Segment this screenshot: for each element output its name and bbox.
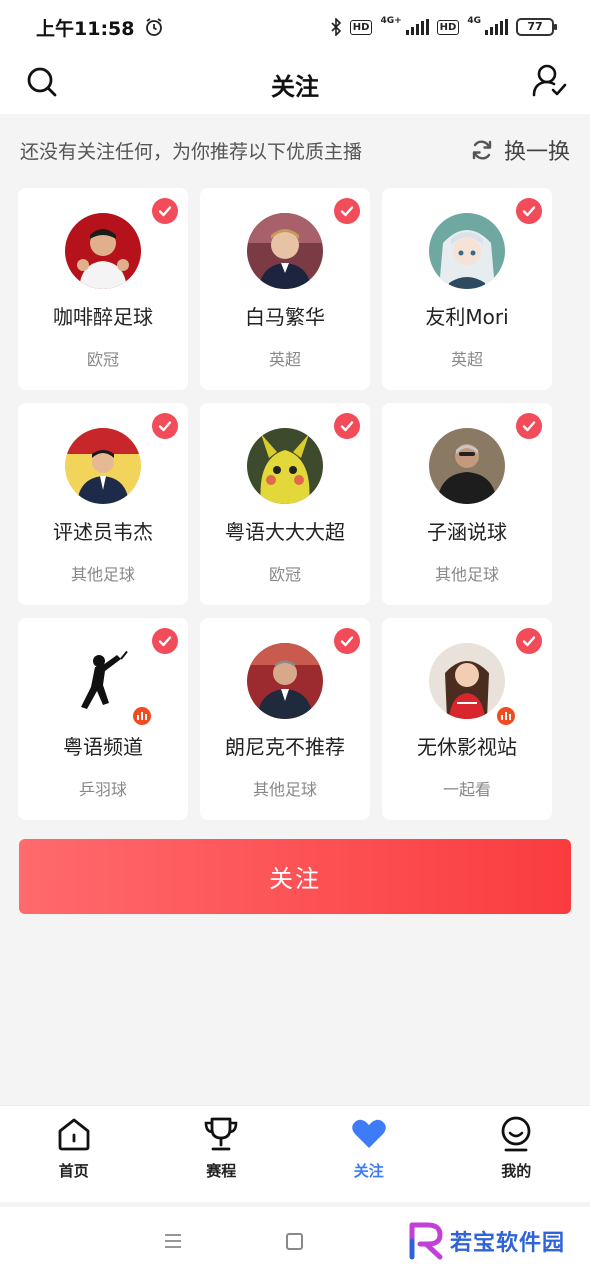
follow-button[interactable]: 关注: [19, 839, 571, 914]
avatar: [429, 428, 505, 504]
streamer-card[interactable]: 子涵说球 其他足球: [382, 403, 552, 605]
user-check-icon[interactable]: [530, 62, 568, 100]
avatar: [429, 643, 517, 727]
nav-item-home[interactable]: 首页: [0, 1106, 148, 1202]
streamer-card[interactable]: 粤语频道 乒羽球: [18, 618, 188, 820]
bluetooth-icon: [331, 18, 341, 36]
status-indicators: HD 4G+ HD 4G 77: [330, 16, 557, 36]
avatar: [247, 643, 323, 719]
streamer-name: 粤语大大大超: [225, 520, 345, 544]
streamer-name: 子涵说球: [427, 520, 507, 544]
nav-label: 赛程: [206, 1162, 237, 1180]
streamer-name: 粤语频道: [63, 735, 143, 759]
streamer-name: 评述员韦杰: [53, 520, 153, 544]
streamer-tag: 一起看: [442, 780, 491, 799]
home-icon: [58, 1118, 90, 1151]
check-icon[interactable]: [516, 413, 542, 439]
refresh-button[interactable]: 换一换: [470, 134, 570, 166]
recommend-hint-row: 还没有关注任何，为你推荐以下优质主播 换一换: [20, 128, 570, 172]
check-icon[interactable]: [516, 198, 542, 224]
streamer-card[interactable]: 白马繁华 英超: [200, 188, 370, 390]
live-indicator-icon: [131, 705, 153, 727]
nav-label: 我的: [501, 1162, 532, 1180]
check-icon[interactable]: [152, 413, 178, 439]
check-icon[interactable]: [334, 198, 360, 224]
recommend-hint-text: 还没有关注任何，为你推荐以下优质主播: [20, 140, 363, 163]
nav-item-follow[interactable]: 关注: [295, 1106, 443, 1202]
bottom-nav: 首页 赛程 关注 我的: [0, 1105, 590, 1202]
check-icon[interactable]: [152, 198, 178, 224]
trophy-icon: [204, 1117, 238, 1151]
streamer-name: 无休影视站: [417, 735, 517, 759]
status-time: 上午11:58: [36, 17, 135, 40]
page-title: 关注: [271, 72, 319, 101]
app-header: 关注: [0, 54, 590, 114]
streamer-tag: 其他足球: [434, 565, 499, 584]
streamer-card[interactable]: 评述员韦杰 其他足球: [18, 403, 188, 605]
status-bar: 上午11:58 HD 4G+ HD 4G 77: [0, 0, 590, 54]
streamer-grid: 咖啡醉足球 欧冠 白马繁华 英超 友利Mori 英超 评述员韦杰 其他足球 粤语: [18, 188, 572, 820]
menu-icon[interactable]: [164, 1233, 182, 1249]
streamer-card[interactable]: 友利Mori 英超: [382, 188, 552, 390]
avatar: [247, 428, 323, 504]
search-icon[interactable]: [24, 64, 60, 100]
nav-label: 首页: [58, 1162, 89, 1180]
network-type: 4G+: [380, 16, 402, 26]
avatar: [65, 643, 153, 727]
streamer-tag: 欧冠: [268, 565, 301, 584]
streamer-tag: 英超: [450, 350, 483, 369]
streamer-tag: 乒羽球: [78, 780, 127, 799]
streamer-name: 咖啡醉足球: [53, 305, 153, 329]
refresh-label: 换一换: [503, 140, 570, 165]
avatar: [429, 213, 505, 289]
system-nav-bar: 若宝软件园: [0, 1207, 590, 1278]
watermark-logo: [409, 1222, 443, 1260]
streamer-name: 白马繁华: [245, 305, 325, 329]
avatar: [65, 428, 141, 504]
streamer-name: 朗尼克不推荐: [225, 735, 345, 759]
heart-icon: [351, 1119, 386, 1148]
streamer-card[interactable]: 朗尼克不推荐 其他足球: [200, 618, 370, 820]
signal-icon: [485, 19, 508, 35]
hd-badge: HD: [349, 19, 373, 35]
streamer-card[interactable]: 咖啡醉足球 欧冠: [18, 188, 188, 390]
streamer-card[interactable]: 粤语大大大超 欧冠: [200, 403, 370, 605]
avatar: [65, 213, 141, 289]
live-indicator-icon: [495, 705, 517, 727]
streamer-card[interactable]: 无休影视站 一起看: [382, 618, 552, 820]
streamer-tag: 欧冠: [86, 350, 119, 369]
watermark: 若宝软件园: [408, 1221, 565, 1261]
home-square-icon[interactable]: [286, 1233, 303, 1250]
check-icon[interactable]: [334, 413, 360, 439]
alarm-icon: [146, 18, 163, 36]
streamer-tag: 英超: [268, 350, 301, 369]
refresh-icon: [472, 140, 492, 160]
battery-icon: 77: [516, 18, 557, 36]
check-icon[interactable]: [516, 628, 542, 654]
streamer-tag: 其他足球: [252, 780, 317, 799]
streamer-tag: 其他足球: [70, 565, 135, 584]
check-icon[interactable]: [152, 628, 178, 654]
network-type: 4G: [467, 16, 481, 26]
streamer-name: 友利Mori: [425, 305, 509, 329]
signal-icon: [405, 19, 429, 35]
nav-item-schedule[interactable]: 赛程: [148, 1106, 296, 1202]
profile-icon: [501, 1116, 531, 1152]
check-icon[interactable]: [334, 628, 360, 654]
watermark-text: 若宝软件园: [450, 1231, 566, 1256]
nav-item-profile[interactable]: 我的: [443, 1106, 590, 1202]
nav-label: 关注: [353, 1162, 384, 1180]
hd-badge: HD: [436, 19, 460, 35]
avatar: [247, 213, 323, 289]
